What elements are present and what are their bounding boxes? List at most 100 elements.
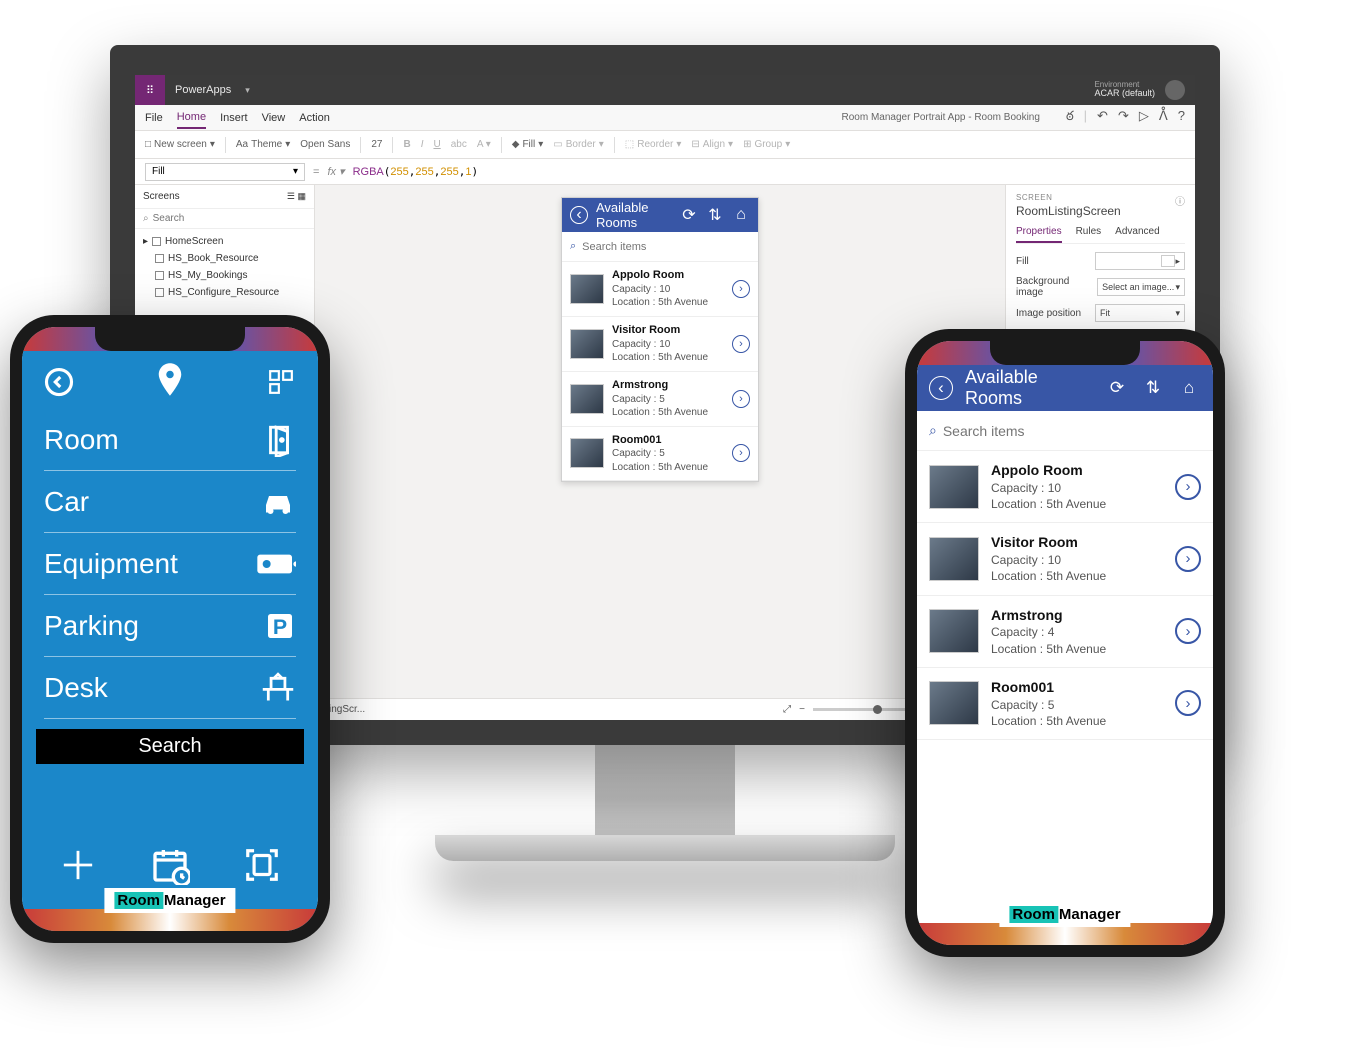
tree-item[interactable]: HS_My_Bookings [135,267,314,284]
chevron-right-icon[interactable]: › [1175,546,1201,572]
align-button[interactable]: ⊟ Align ▾ [691,139,733,150]
info-icon[interactable]: ⓘ [1175,193,1185,226]
chevron-right-icon[interactable]: › [732,390,750,408]
tab-rules[interactable]: Rules [1076,226,1102,243]
canvas-app-preview[interactable]: ‹ Available Rooms ⟳ ⇅ ⌂ ⌕ Appolo RoomCap… [561,197,759,482]
room-list-item[interactable]: Appolo RoomCapacity : 10Location : 5th A… [562,262,758,317]
refresh-icon[interactable]: ⟳ [1105,376,1129,400]
share-icon[interactable]: ᐰ [1159,108,1168,127]
app-title: Available Rooms [596,200,672,230]
chevron-right-icon[interactable]: › [1175,690,1201,716]
room-list-item[interactable]: Appolo RoomCapacity : 10Location : 5th A… [917,451,1213,523]
tree-item[interactable]: HS_Configure_Resource [135,284,314,301]
font-size[interactable]: 27 [371,139,382,150]
menu-action[interactable]: Action [299,108,330,128]
property-selector[interactable]: Fill▾ [145,163,305,181]
fill-button[interactable]: ◆ Fill ▾ [512,139,544,150]
tree-item[interactable]: HS_Book_Resource [135,250,314,267]
sort-icon[interactable]: ⇅ [1141,376,1165,400]
img-pos-select[interactable]: Fit ▾ [1095,304,1185,322]
room-list-item[interactable]: Visitor RoomCapacity : 10Location : 5th … [562,317,758,372]
waffle-icon[interactable]: ⠿ [135,75,165,105]
room-info: Visitor RoomCapacity : 10Location : 5th … [612,323,724,365]
home-icon[interactable]: ⌂ [1177,376,1201,400]
environment-picker[interactable]: Environment ACAR (default) [1094,81,1165,100]
user-avatar[interactable] [1165,80,1185,100]
section-label: SCREEN [1016,193,1121,202]
design-canvas[interactable]: ‹ Available Rooms ⟳ ⇅ ⌂ ⌕ Appolo RoomCap… [315,185,1005,720]
tab-advanced[interactable]: Advanced [1115,226,1159,243]
search-input[interactable] [943,423,1201,439]
theme-button[interactable]: Aa Theme ▾ [236,139,290,150]
grid-icon[interactable] [264,365,298,399]
play-icon[interactable]: ▷ [1139,108,1149,127]
svg-text:P: P [273,615,287,639]
new-screen-button[interactable]: □ New screen ▾ [145,139,215,150]
add-icon[interactable] [56,843,100,887]
chevron-down-icon[interactable]: ▾ [245,85,250,96]
phone-notch [95,327,245,351]
search-input[interactable] [582,241,750,253]
reorder-button[interactable]: ⬚ Reorder ▾ [625,139,682,150]
zoom-out[interactable]: − [799,704,805,715]
back-icon[interactable]: ‹ [929,376,953,400]
font-color-button[interactable]: A ▾ [477,139,491,150]
env-value: ACAR (default) [1094,88,1155,98]
help-icon[interactable]: ? [1178,108,1185,127]
sort-icon[interactable]: ⇅ [706,206,724,224]
room-list-item[interactable]: ArmstrongCapacity : 4Location : 5th Aven… [917,596,1213,668]
chevron-right-icon[interactable]: › [732,444,750,462]
menu-item-label: Parking [44,610,139,642]
menu-item-desk[interactable]: Desk [44,657,296,719]
room-list-item[interactable]: Room001Capacity : 5Location : 5th Avenue… [917,668,1213,740]
calendar-icon[interactable] [148,843,192,887]
menu-item-car[interactable]: Car [44,471,296,533]
chevron-right-icon[interactable]: › [1175,474,1201,500]
tree-search[interactable]: ⌕ [135,209,314,229]
back-icon[interactable] [42,365,76,399]
room-list-item[interactable]: Visitor RoomCapacity : 10Location : 5th … [917,523,1213,595]
menu-view[interactable]: View [262,108,286,128]
home-icon[interactable]: ⌂ [732,206,750,224]
menu-item-room[interactable]: Room [44,409,296,471]
search-button[interactable]: Search [36,729,304,764]
tree-search-input[interactable] [153,213,306,224]
location-pin-icon[interactable] [153,365,187,399]
tree-root[interactable]: ▸ HomeScreen [135,233,314,250]
menu-file[interactable]: File [145,108,163,128]
search-bar[interactable]: ⌕ [562,232,758,262]
breadcrumb[interactable]: ingScr... [325,704,365,715]
scan-icon[interactable] [240,843,284,887]
underline-button[interactable]: U [433,139,440,150]
menu-item-label: Desk [44,672,108,704]
room-list-item[interactable]: ArmstrongCapacity : 5Location : 5th Aven… [562,372,758,427]
fill-control[interactable]: ▸ [1095,252,1185,270]
border-button[interactable]: ▭ Border ▾ [553,139,604,150]
italic-button[interactable]: I [421,139,424,150]
menu-insert[interactable]: Insert [220,108,248,128]
room-list-item[interactable]: Room001Capacity : 5Location : 5th Avenue… [562,427,758,482]
back-icon[interactable]: ‹ [570,206,588,224]
redo-icon[interactable]: ↷ [1118,108,1129,127]
bold-button[interactable]: B [403,139,410,150]
menu-item-parking[interactable]: Parking P [44,595,296,657]
group-button[interactable]: ⊞ Group ▾ [743,139,790,150]
strike-button[interactable]: abc [451,139,467,150]
app-header: ‹ Available Rooms ⟳ ⇅ ⌂ [562,198,758,232]
chevron-right-icon[interactable]: › [732,280,750,298]
chevron-right-icon[interactable]: › [1175,618,1201,644]
undo-icon[interactable]: ↶ [1097,108,1108,127]
menu-item-equipment[interactable]: Equipment [44,533,296,595]
search-bar[interactable]: ⌕ [917,411,1213,451]
refresh-icon[interactable]: ⟳ [680,206,698,224]
fit-icon[interactable]: ⤢ [783,704,791,715]
app-checker-icon[interactable]: ఠ [1066,108,1074,127]
menu-home[interactable]: Home [177,107,206,129]
tab-properties[interactable]: Properties [1016,226,1062,243]
room-info: Room001Capacity : 5Location : 5th Avenue [612,433,724,475]
chevron-right-icon[interactable]: › [732,335,750,353]
bg-image-select[interactable]: Select an image... ▾ [1097,278,1185,296]
tree-view-icons[interactable]: ☰ ▦ [287,191,306,202]
font-select[interactable]: Open Sans [300,139,350,150]
formula-input[interactable]: RGBA(255,255,255,1) [353,165,479,178]
